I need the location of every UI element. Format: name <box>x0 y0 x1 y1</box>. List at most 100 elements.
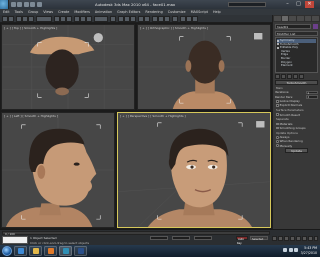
pivot-button[interactable] <box>110 16 116 22</box>
bulb-icon[interactable] <box>277 46 279 49</box>
open-file-icon[interactable] <box>17 2 22 7</box>
motion-tab-icon[interactable] <box>297 16 304 21</box>
checkbox[interactable] <box>276 113 279 116</box>
render-iters-spinner[interactable]: 2 <box>306 95 318 99</box>
z-coordinate-field[interactable] <box>194 236 212 240</box>
region-select-button[interactable] <box>66 16 72 22</box>
explicit-normals-row[interactable]: Explicit Normals <box>276 103 317 107</box>
rollout-header[interactable]: TurboSmooth <box>275 80 318 85</box>
next-frame-icon[interactable] <box>290 236 295 241</box>
menu-tools[interactable]: Tools <box>15 10 23 14</box>
y-coordinate-field[interactable] <box>172 236 190 240</box>
help-search-input[interactable] <box>228 1 266 7</box>
move-button[interactable] <box>74 16 80 22</box>
checkbox[interactable] <box>276 99 279 103</box>
network-icon[interactable] <box>283 248 287 252</box>
flag-icon[interactable] <box>294 248 298 252</box>
unlink-button[interactable] <box>22 16 28 22</box>
maximize-button[interactable]: □ <box>294 1 303 8</box>
pan-icon[interactable] <box>302 236 307 241</box>
utilities-tab-icon[interactable] <box>312 16 320 21</box>
object-name-field[interactable]: head01 <box>275 24 311 29</box>
volume-icon[interactable] <box>288 248 293 252</box>
x-coordinate-field[interactable] <box>150 236 168 240</box>
manually-radio-row[interactable]: Manually <box>276 144 317 148</box>
update-button[interactable]: Update <box>285 148 308 153</box>
checkbox[interactable] <box>276 104 279 107</box>
make-unique-icon[interactable] <box>287 74 292 79</box>
menu-customize[interactable]: Customize <box>168 10 186 14</box>
viewport-orthographic[interactable]: [ + ] [ Orthographic ] [ Smooth + Highli… <box>137 24 271 110</box>
viewport-label[interactable]: [ + ] [ Top ] [ Smooth + Highlights ] <box>4 26 57 30</box>
material-editor-button[interactable] <box>172 16 178 22</box>
maxscript-listener[interactable] <box>2 236 28 244</box>
bind-spacewarp-button[interactable] <box>28 16 34 22</box>
select-by-name-button[interactable] <box>60 16 66 22</box>
menu-group[interactable]: Group <box>28 10 38 14</box>
start-button[interactable] <box>2 246 12 256</box>
select-object-button[interactable] <box>54 16 60 22</box>
menu-create[interactable]: Create <box>58 10 69 14</box>
go-to-start-icon[interactable] <box>272 236 277 241</box>
hierarchy-tab-icon[interactable] <box>289 16 297 21</box>
menu-graph-editors[interactable]: Graph Editors <box>117 10 140 14</box>
render-setup-button[interactable] <box>180 16 186 22</box>
clock[interactable]: 5:43 PM 3/27/2010 <box>301 246 317 255</box>
bulb-icon[interactable] <box>277 43 279 46</box>
redo-icon[interactable] <box>36 2 42 7</box>
viewport-top[interactable]: [ + ] [ Top ] [ Smooth + Highlights ] <box>1 24 135 110</box>
menu-rendering[interactable]: Rendering <box>145 10 162 14</box>
save-file-icon[interactable] <box>23 2 29 7</box>
pin-stack-icon[interactable] <box>275 74 280 79</box>
mirror-button[interactable] <box>138 16 144 22</box>
taskbar-photoshop[interactable] <box>74 246 87 256</box>
bulb-icon[interactable] <box>277 39 279 42</box>
radio[interactable] <box>276 140 279 143</box>
configure-sets-icon[interactable] <box>299 74 304 79</box>
menu-maxscript[interactable]: MAXScript <box>191 10 208 14</box>
selection-filter-dropdown[interactable] <box>36 16 52 22</box>
new-file-icon[interactable] <box>10 2 16 7</box>
undo-button[interactable] <box>2 16 8 22</box>
rotate-button[interactable] <box>80 16 86 22</box>
orbit-icon[interactable] <box>308 236 313 241</box>
viewport-left[interactable]: [ + ] [ Left ] [ Smooth + Highlights ] <box>1 112 115 228</box>
menu-help[interactable]: Help <box>213 10 221 14</box>
taskbar-explorer[interactable] <box>29 246 42 256</box>
display-tab-icon[interactable] <box>304 16 312 21</box>
schematic-view-button[interactable] <box>164 16 170 22</box>
menu-modifiers[interactable]: Modifiers <box>74 10 89 14</box>
previous-frame-icon[interactable] <box>278 236 283 241</box>
menu-views[interactable]: Views <box>43 10 53 14</box>
close-button[interactable]: ✕ <box>305 0 314 8</box>
align-button[interactable] <box>144 16 150 22</box>
snap-button[interactable] <box>118 16 124 22</box>
link-button[interactable] <box>16 16 22 22</box>
remove-modifier-icon[interactable] <box>293 74 298 79</box>
checkbox[interactable] <box>276 122 279 126</box>
layer-manager-button[interactable] <box>152 16 158 22</box>
undo-icon[interactable] <box>30 2 35 7</box>
checkbox[interactable] <box>276 126 279 130</box>
key-filter-dropdown[interactable]: Selected <box>250 236 268 241</box>
viewport-perspective[interactable]: [ + ] [ Perspective ] [ Smooth + Highlig… <box>117 112 271 228</box>
reference-coordinate-dropdown[interactable] <box>94 16 108 22</box>
scale-button[interactable] <box>86 16 92 22</box>
modifier-list-dropdown[interactable]: Modifier List <box>275 31 318 36</box>
smooth-result-row[interactable]: Smooth Result <box>276 113 317 117</box>
auto-key-button[interactable]: Auto Key <box>236 236 248 245</box>
render-frame-button[interactable] <box>186 16 192 22</box>
menu-animation[interactable]: Animation <box>95 10 112 14</box>
zoom-icon[interactable] <box>296 236 301 241</box>
radio[interactable] <box>276 135 279 139</box>
viewport-label[interactable]: [ + ] [ Left ] [ Smooth + Highlights ] <box>4 114 58 118</box>
render-button[interactable] <box>192 16 198 22</box>
minimize-button[interactable]: – <box>283 1 292 8</box>
stack-item[interactable]: Element <box>277 64 316 68</box>
viewport-label[interactable]: [ + ] [ Perspective ] [ Smooth + Highlig… <box>120 114 186 118</box>
redo-button[interactable] <box>8 16 14 22</box>
taskbar-3dsmax[interactable] <box>59 246 72 256</box>
curve-editor-button[interactable] <box>158 16 164 22</box>
show-end-result-icon[interactable] <box>281 74 286 79</box>
app-logo-icon[interactable] <box>0 0 9 9</box>
